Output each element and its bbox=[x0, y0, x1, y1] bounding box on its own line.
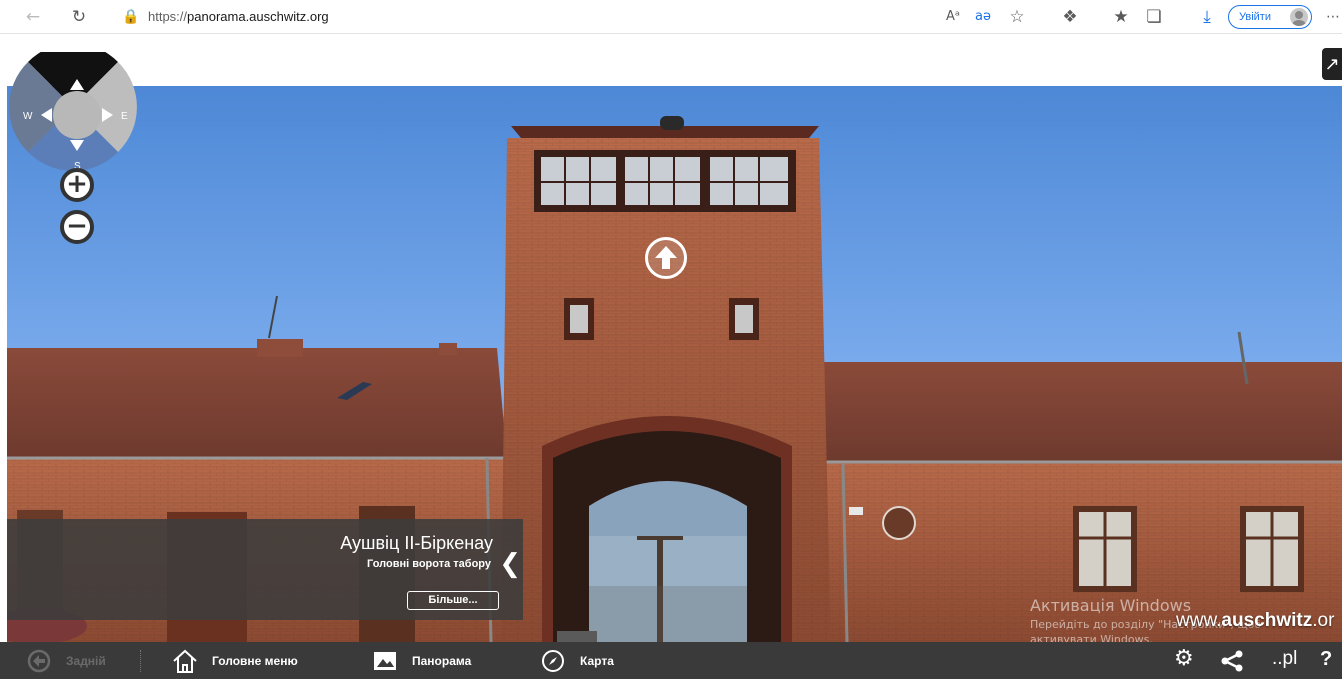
nav-divider bbox=[140, 650, 141, 672]
compass-control[interactable]: W E S bbox=[8, 52, 138, 172]
home-menu-button[interactable]: Головне меню bbox=[172, 642, 298, 679]
home-label: Головне меню bbox=[212, 653, 298, 668]
avatar bbox=[1290, 8, 1308, 26]
more-button[interactable]: Більше... bbox=[407, 591, 499, 610]
site-brand: auschwitz bbox=[1221, 610, 1313, 631]
back-button[interactable]: Задній bbox=[26, 642, 106, 679]
map-label: Карта bbox=[580, 653, 614, 668]
signin-button[interactable]: Увійти bbox=[1228, 5, 1312, 29]
signin-label: Увійти bbox=[1239, 11, 1271, 23]
home-icon bbox=[173, 649, 197, 673]
site-logo: www.auschwitz.or bbox=[1176, 610, 1334, 632]
url-prefix: https:// bbox=[148, 9, 188, 24]
browser-toolbar: ← ↻ 🔒 https://panorama.auschwitz.org Aᵃ … bbox=[0, 0, 1342, 34]
url-domain: panorama.auschwitz.org bbox=[187, 9, 329, 24]
location-title: Аушвіц II-Біркенау bbox=[340, 533, 493, 553]
favorite-icon[interactable]: ☆ bbox=[1006, 6, 1028, 28]
address-bar[interactable]: https://panorama.auschwitz.org bbox=[148, 9, 329, 24]
back-circle-icon bbox=[27, 649, 51, 672]
zoom-out-button[interactable]: − bbox=[60, 210, 94, 244]
map-button[interactable]: Карта bbox=[540, 642, 614, 679]
favorites-icon[interactable]: ★ bbox=[1110, 6, 1132, 28]
panorama-icon bbox=[374, 651, 396, 670]
panorama-button[interactable]: Панорама bbox=[372, 642, 471, 679]
extensions-icon[interactable]: ❖ bbox=[1059, 6, 1081, 28]
panorama-label: Панорама bbox=[412, 653, 472, 668]
more-icon[interactable]: ⋯ bbox=[1322, 6, 1342, 28]
location-info-panel: Аушвіц II-Біркенау Головні ворота табору… bbox=[7, 519, 523, 620]
share-icon[interactable] bbox=[1220, 650, 1244, 672]
refresh-icon[interactable]: ↻ bbox=[68, 6, 90, 28]
download-icon[interactable]: ⤓ bbox=[1196, 6, 1218, 28]
fullscreen-icon[interactable]: ↗ bbox=[1322, 48, 1342, 80]
collapse-panel-icon[interactable]: ❮ bbox=[499, 549, 521, 579]
read-aloud-icon[interactable]: Aᵃ bbox=[942, 6, 964, 28]
site-suffix: .or bbox=[1312, 610, 1335, 631]
zoom-in-button[interactable]: + bbox=[60, 168, 94, 202]
bottom-navigation-bar: Задній Головне меню Панорама Карта ⚙ ..p… bbox=[0, 642, 1342, 679]
translate-icon[interactable]: aə bbox=[972, 6, 994, 28]
site-prefix: www. bbox=[1176, 610, 1222, 631]
compass-icon bbox=[542, 649, 564, 672]
lock-icon[interactable]: 🔒 bbox=[120, 6, 142, 28]
up-arrow-icon[interactable] bbox=[645, 237, 687, 279]
help-icon[interactable]: ? bbox=[1320, 648, 1342, 674]
panorama-viewer: ↗ W E S + − Аушвіц II-Біркенау Головні в… bbox=[0, 34, 1342, 679]
compass-east-label: E bbox=[121, 111, 128, 122]
location-subtitle: Головні ворота табору bbox=[367, 558, 491, 570]
language-selector[interactable]: ..pl bbox=[1272, 648, 1297, 670]
back-arrow-icon[interactable]: ← bbox=[22, 6, 44, 28]
back-label: Задній bbox=[66, 653, 106, 668]
compass-west-label: W bbox=[23, 111, 33, 122]
collections-icon[interactable]: ❏ bbox=[1143, 6, 1165, 28]
settings-gear-icon[interactable]: ⚙ bbox=[1174, 646, 1194, 671]
